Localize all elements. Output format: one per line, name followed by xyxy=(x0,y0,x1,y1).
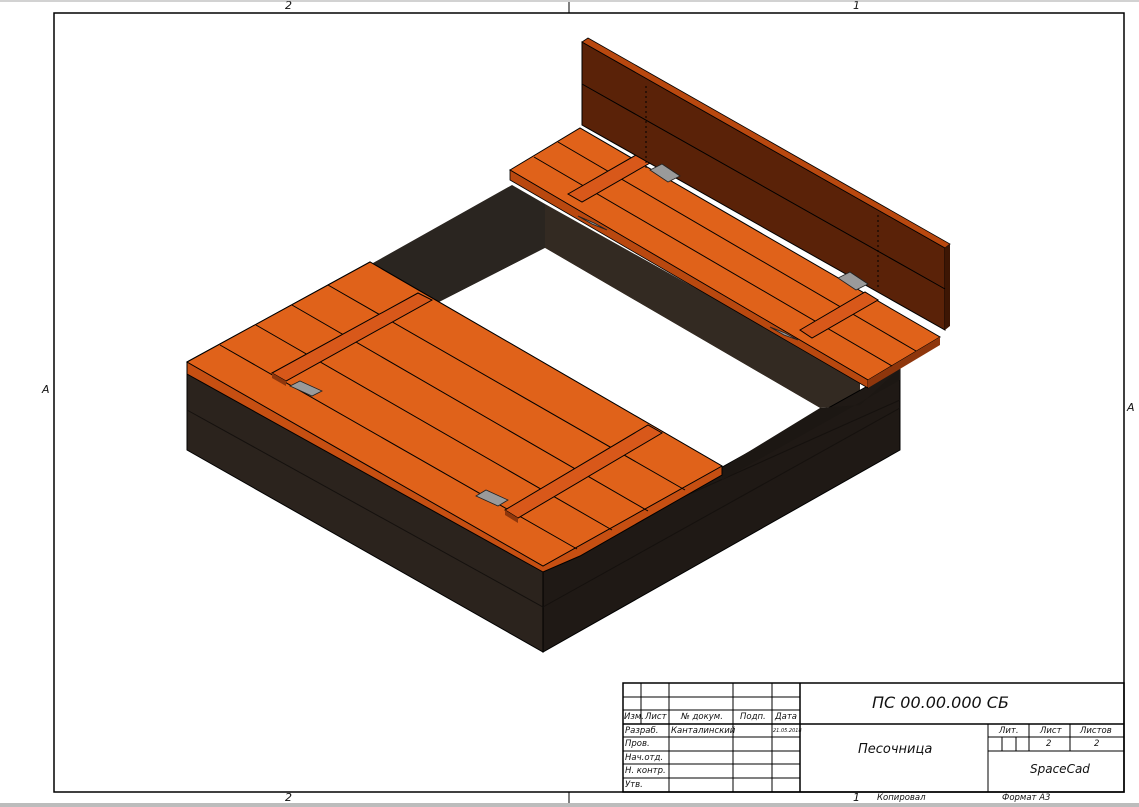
designation-text: ПС 00.00.000 СБ xyxy=(872,693,1009,712)
role-checked: Пров. xyxy=(625,739,650,749)
sandbox-3d-view xyxy=(185,37,951,653)
bottom-edge-stripe xyxy=(0,803,1139,807)
role-head: Нач.отд. xyxy=(625,753,664,763)
lit-label: Лит. xyxy=(999,726,1019,736)
sheet-value: 2 xyxy=(1046,739,1052,749)
sheet-label: Лист xyxy=(1040,726,1062,736)
format-label: Формат А3 xyxy=(1002,793,1051,803)
role-developer: Разраб. xyxy=(625,726,659,736)
drawing-svg xyxy=(0,0,1139,803)
sheets-value: 2 xyxy=(1094,739,1100,749)
product-name-text: Песочница xyxy=(858,742,933,757)
company-text: SpaceCad xyxy=(1030,762,1090,776)
developer-date: 21.05.2018 xyxy=(773,728,802,734)
role-norm-control: Н. контр. xyxy=(625,766,666,776)
drawing-sheet: 2 1 A A 2 1 ПС 00.00.000 СБ Песочница Sp… xyxy=(0,0,1139,807)
header-izm: Изм. xyxy=(624,712,644,722)
header-doc-no: № докум. xyxy=(681,712,723,722)
header-sign: Подп. xyxy=(740,712,766,722)
sheets-label: Листов xyxy=(1080,726,1112,736)
header-list: Лист xyxy=(645,712,667,722)
role-approved: Утв. xyxy=(625,780,643,790)
header-date: Дата xyxy=(775,712,798,722)
developer-name: Канталинский xyxy=(671,726,736,736)
copied-label: Копировал xyxy=(877,793,926,803)
